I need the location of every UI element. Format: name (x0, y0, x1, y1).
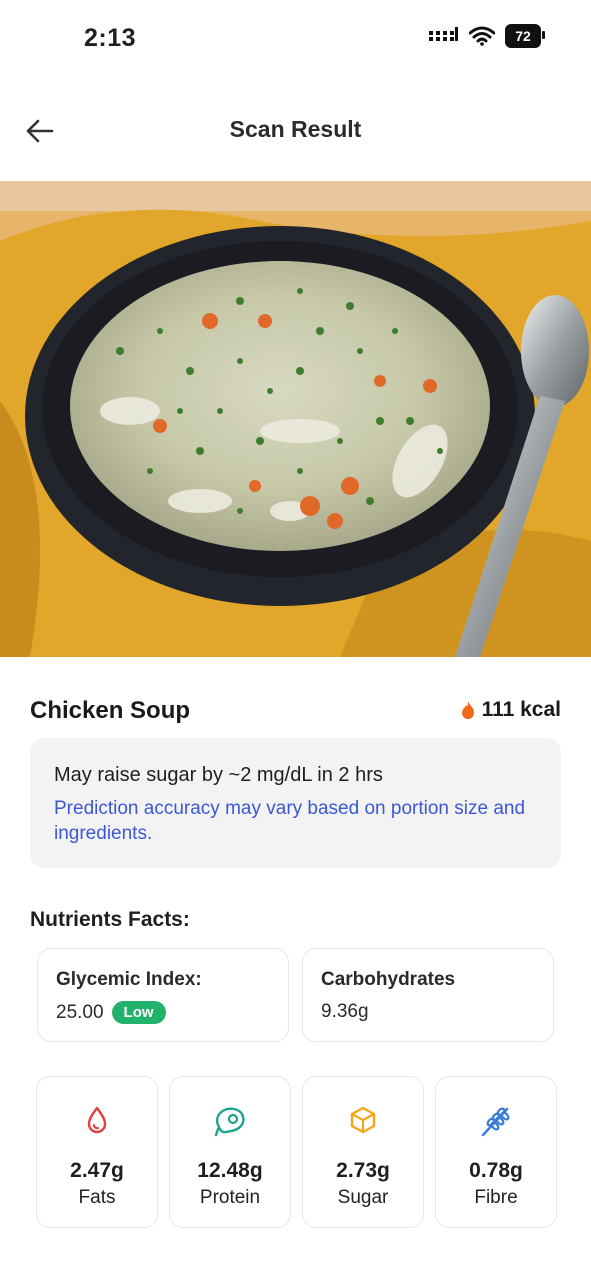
battery-icon: 72 (505, 24, 545, 48)
protein-label: Protein (199, 1187, 261, 1208)
glycemic-index-value-row: 25.00 Low (56, 1001, 166, 1024)
wifi-icon (469, 26, 495, 46)
fats-value: 2.47g (70, 1159, 124, 1182)
carbohydrates-label: Carbohydrates (321, 969, 456, 990)
carbohydrates-card: Carbohydrates 9.36g (302, 948, 554, 1042)
nutrients-title: Nutrients Facts: (30, 908, 190, 931)
flame-icon (461, 701, 474, 719)
wheat-icon (481, 1107, 510, 1137)
glycemic-level-badge: Low (111, 1001, 166, 1024)
protein-value: 12.48g (197, 1159, 263, 1182)
macro-card-fibre: 0.78g Fibre (435, 1076, 557, 1228)
macro-card-protein: 12.48g Protein (169, 1076, 291, 1228)
prediction-card: May raise sugar by ~2 mg/dL in 2 hrs Pre… (30, 738, 561, 868)
meat-icon (214, 1107, 245, 1137)
prediction-note: Prediction accuracy may vary based on po… (54, 798, 526, 844)
fibre-value: 0.78g (469, 1159, 523, 1182)
macro-card-sugar: 2.73g Sugar (302, 1076, 424, 1228)
status-bar: 2:13 72 (0, 0, 591, 80)
glycemic-index-value: 25.00 (56, 1001, 104, 1023)
drop-icon (87, 1106, 107, 1134)
prediction-text: May raise sugar by ~2 mg/dL in 2 hrs (54, 764, 383, 786)
fats-label: Fats (78, 1187, 116, 1208)
sugar-label: Sugar (337, 1187, 389, 1208)
glycemic-index-label: Glycemic Index: (56, 969, 202, 990)
calories: 111 kcal (460, 698, 561, 722)
signal-icon (429, 27, 458, 41)
page-title: Scan Result (229, 116, 362, 142)
carbohydrates-value: 9.36g (321, 1001, 369, 1022)
fibre-label: Fibre (474, 1187, 518, 1208)
sugar-value: 2.73g (336, 1159, 390, 1182)
status-time: 2:13 (84, 24, 137, 52)
glycemic-index-card: Glycemic Index: 25.00 Low (37, 948, 289, 1042)
top-bar: Scan Result (0, 100, 591, 162)
calories-value: 111 kcal (481, 698, 561, 721)
macro-card-fats: 2.47g Fats (36, 1076, 158, 1228)
food-photo (0, 181, 591, 657)
status-icons: 72 (429, 24, 545, 48)
cube-icon (350, 1106, 376, 1134)
food-name: Chicken Soup (30, 697, 191, 724)
